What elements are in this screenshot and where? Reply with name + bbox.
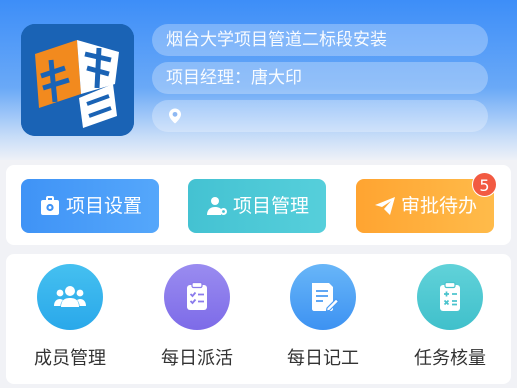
member-management-label: 成员管理 [34,348,106,369]
paper-plane-icon [374,197,395,215]
project-location-field[interactable] [152,100,488,132]
approval-count-badge: 5 [472,172,497,197]
calculator-icon [440,281,460,311]
project-management-label: 项目管理 [232,195,309,217]
daily-timesheet-label: 每日记工 [287,348,359,369]
daily-dispatch-tile[interactable]: 每日派活 [142,264,252,380]
document-pen-icon [312,283,340,312]
project-settings-label: 项目设置 [65,195,142,217]
feature-grid: 成员管理 每日派活 每日记工 任务核量 [6,254,511,384]
logo-graphic [21,24,134,136]
location-pin-icon [169,108,181,124]
member-management-icon-circle [37,264,103,330]
action-card: 项目设置 项目管理 审批待办 [6,165,511,245]
daily-dispatch-icon-circle [164,264,230,330]
daily-timesheet-tile[interactable]: 每日记工 [268,264,378,380]
checklist-icon [187,281,207,310]
project-manager-field: 项目经理：唐大印 [152,62,488,94]
group-icon [54,286,86,307]
project-name-field: 烟台大学项目管道二标段安装 [152,24,488,56]
project-settings-button[interactable]: 项目设置 [21,179,159,233]
approval-todo-label: 审批待办 [400,195,477,217]
project-logo [21,24,134,136]
project-management-button[interactable]: 项目管理 [188,179,326,233]
briefcase-gear-icon [40,196,59,215]
project-manager: 项目经理：唐大印 [166,68,302,88]
daily-timesheet-icon-circle [290,264,356,330]
member-management-tile[interactable]: 成员管理 [15,264,125,380]
project-name: 烟台大学项目管道二标段安装 [166,30,387,50]
user-gear-icon [206,197,227,215]
task-verification-icon-circle [417,264,483,330]
task-verification-tile[interactable]: 任务核量 [395,264,505,380]
task-verification-label: 任务核量 [414,348,486,369]
project-header: 烟台大学项目管道二标段安装 项目经理：唐大印 [0,0,517,160]
daily-dispatch-label: 每日派活 [161,348,233,369]
